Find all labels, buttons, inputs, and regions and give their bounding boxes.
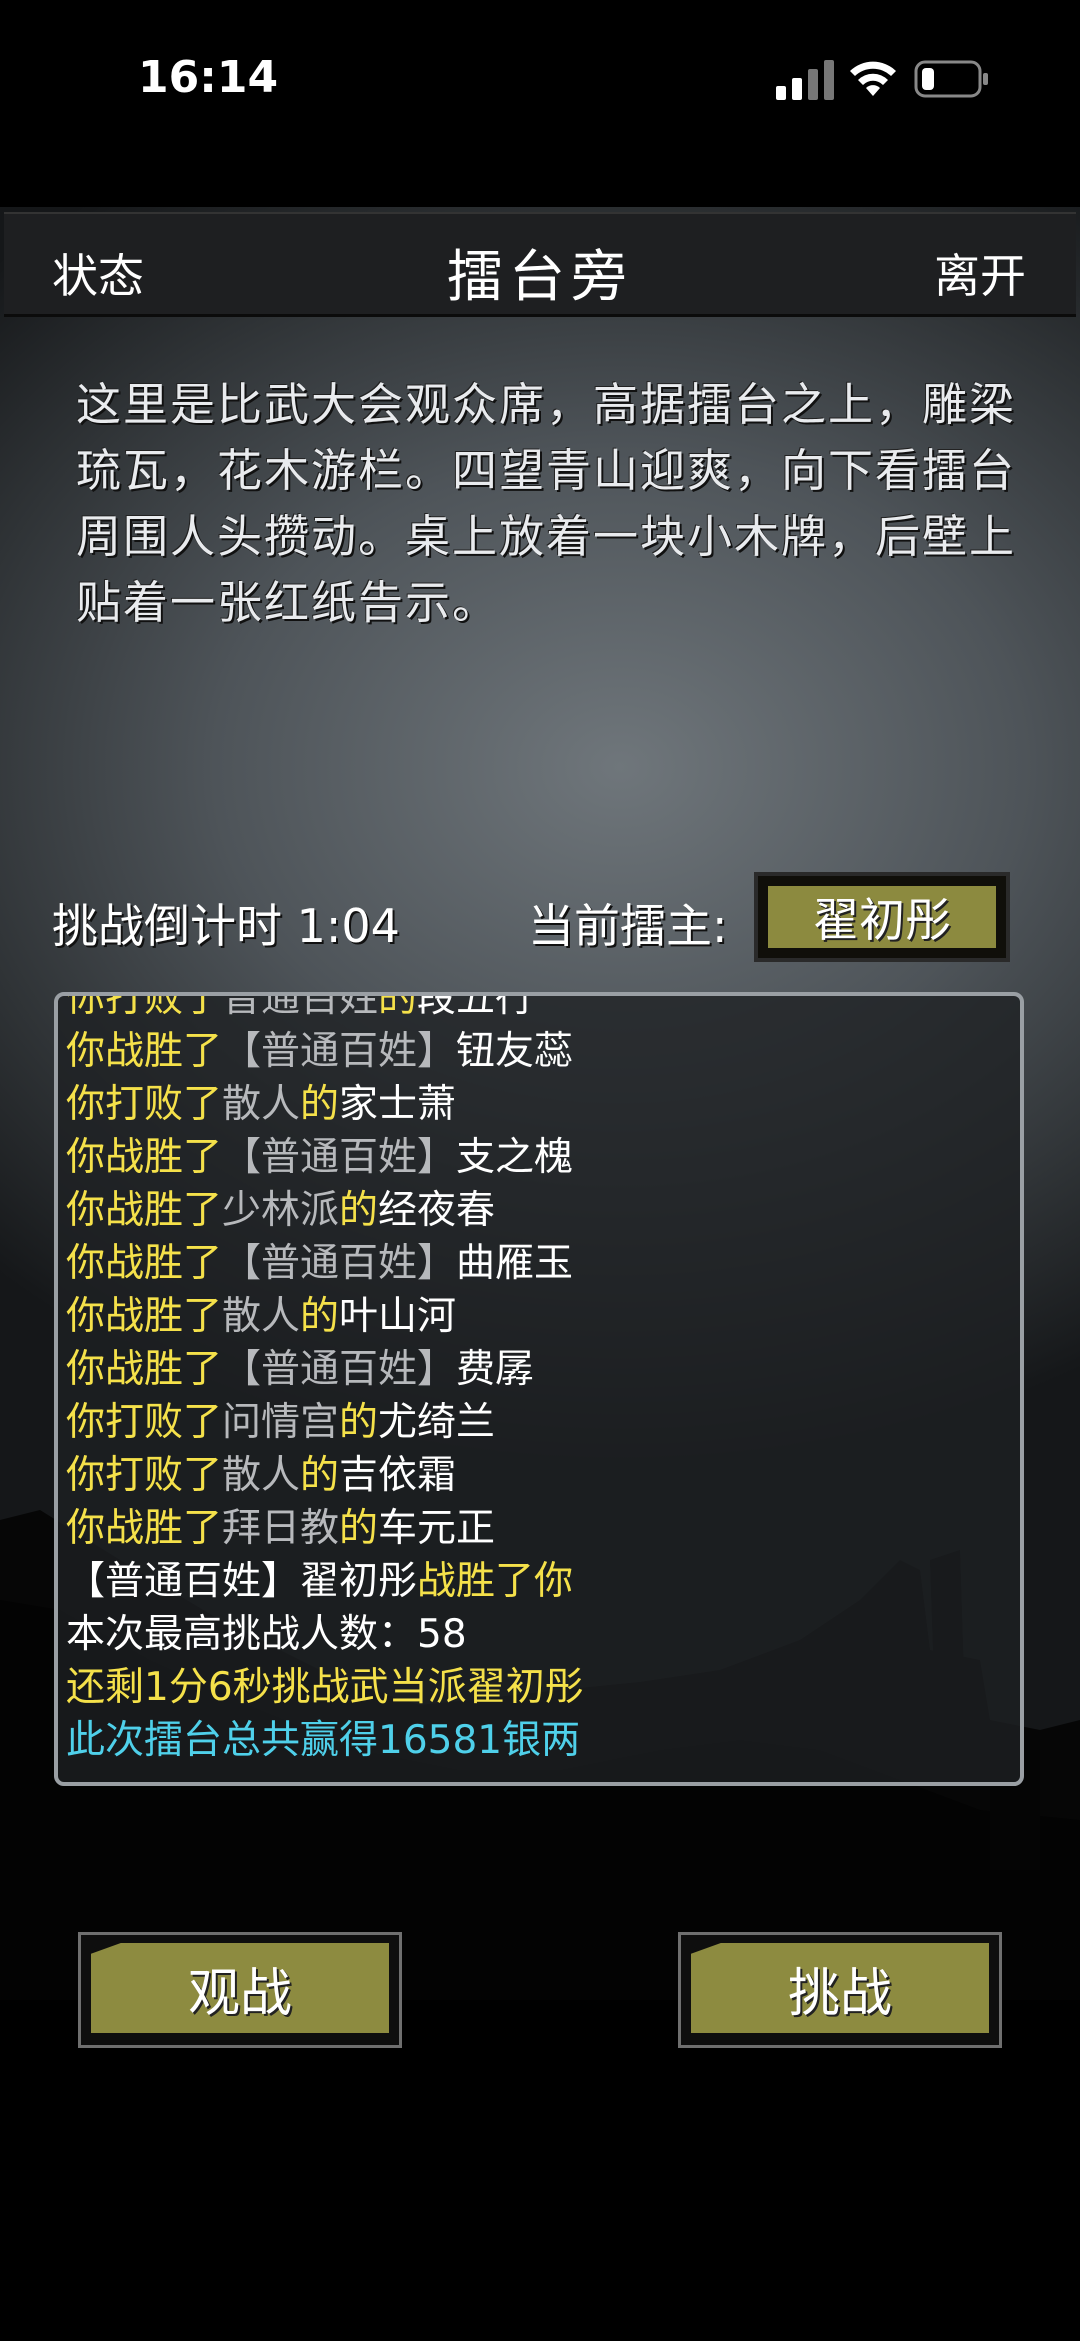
log-line: 你打败了问情宫的尤绮兰 <box>66 1396 1016 1449</box>
log-segment: 你战胜了 <box>66 1294 223 1339</box>
log-line: 你战胜了【普通百姓】曲雁玉 <box>66 1237 1016 1290</box>
battle-log[interactable]: 你打败了普通百姓的段五行 你战胜了【普通百姓】钮友蕊 你打败了散人的家士萧 你战胜了【… <box>54 992 1024 1786</box>
watch-battle-button[interactable]: 观战 <box>78 1932 402 2048</box>
log-segment: 散人 <box>222 1294 301 1339</box>
log-segment: 此次擂台总共赢得16581银两 <box>66 1718 581 1763</box>
log-segment: 普通百姓 <box>222 992 379 1021</box>
current-champion-button[interactable]: 翟初彤 <box>754 872 1010 962</box>
log-segment: 的 <box>339 1400 379 1445</box>
log-segment: 经夜春 <box>378 1188 496 1233</box>
log-segment: 你战胜了 <box>66 1506 223 1551</box>
log-segment: 家士萧 <box>339 1082 457 1127</box>
log-segment: 吉依霜 <box>339 1453 457 1498</box>
log-segment: 【普通百姓】 <box>222 1135 457 1180</box>
log-segment: 少林派 <box>222 1188 340 1233</box>
log-line: 你战胜了散人的叶山河 <box>66 1290 1016 1343</box>
log-segment: 你打败了 <box>66 1082 223 1127</box>
log-line: 你战胜了拜日教的车元正 <box>66 1502 1016 1555</box>
log-segment: 的 <box>378 992 418 1021</box>
log-segment: 的 <box>300 1082 340 1127</box>
log-line: 你战胜了【普通百姓】钮友蕊 <box>66 1025 1016 1078</box>
log-segment: 你战胜了 <box>66 1135 223 1180</box>
battle-log-list: 你打败了普通百姓的段五行 你战胜了【普通百姓】钮友蕊 你打败了散人的家士萧 你战胜了【… <box>66 992 1016 1767</box>
log-segment: 散人 <box>222 1082 301 1127</box>
log-segment: 的 <box>339 1506 379 1551</box>
location-description: 这里是比武大会观众席，高据擂台之上，雕梁琉瓦，花木游栏。四望青山迎爽，向下看擂台… <box>76 378 1017 629</box>
log-segment: 车元正 <box>378 1506 496 1551</box>
log-segment: 段五行 <box>417 992 535 1021</box>
log-line: 本次最高挑战人数：58 <box>66 1608 1016 1661</box>
log-segment: 拜日教 <box>222 1506 340 1551</box>
log-segment: 你战胜了 <box>66 1241 223 1286</box>
log-segment: 你战胜了 <box>66 1347 223 1392</box>
log-segment: 散人 <box>222 1453 301 1498</box>
current-champion-label: 当前擂主: <box>528 899 728 953</box>
log-segment: 问情宫 <box>222 1400 340 1445</box>
leave-button[interactable]: 离开 <box>934 240 1026 306</box>
log-segment: 费孱 <box>456 1347 535 1392</box>
log-segment: 还剩1分6秒挑战武当派翟初彤 <box>66 1665 584 1710</box>
log-segment: 战胜了你 <box>417 1559 574 1604</box>
current-champion-name: 翟初彤 <box>768 886 996 948</box>
log-line: 你打败了散人的家士萧 <box>66 1078 1016 1131</box>
wifi-icon <box>850 61 896 96</box>
challenge-countdown: 挑战倒计时 1:04 <box>52 899 400 953</box>
log-segment: 的 <box>339 1188 379 1233</box>
log-line: 还剩1分6秒挑战武当派翟初彤 <box>66 1661 1016 1714</box>
log-segment: 你打败了 <box>66 992 223 1021</box>
log-segment: 你战胜了 <box>66 1188 223 1233</box>
log-segment: 叶山河 <box>339 1294 457 1339</box>
lower-background <box>0 2000 1080 2341</box>
log-line: 你打败了散人的吉依霜 <box>66 1449 1016 1502</box>
watch-battle-label: 观战 <box>91 1943 389 2033</box>
log-segment: 你打败了 <box>66 1453 223 1498</box>
log-segment: 【普通百姓】 <box>222 1347 457 1392</box>
log-line: 你打败了普通百姓的段五行 <box>66 992 1016 1025</box>
log-segment: 尤绮兰 <box>378 1400 496 1445</box>
log-segment: 钮友蕊 <box>456 1029 574 1074</box>
log-segment: 你战胜了 <box>66 1029 223 1074</box>
log-line: 【普通百姓】翟初彤战胜了你 <box>66 1555 1016 1608</box>
cellular-signal-icon <box>776 60 834 100</box>
log-line: 此次擂台总共赢得16581银两 <box>66 1714 1016 1767</box>
challenge-label: 挑战 <box>691 1943 989 2033</box>
log-segment: 的 <box>300 1453 340 1498</box>
log-line: 你战胜了【普通百姓】支之槐 <box>66 1131 1016 1184</box>
status-bar: 16:14 <box>0 0 1080 160</box>
log-segment: 支之槐 <box>456 1135 574 1180</box>
status-time: 16:14 <box>138 52 279 103</box>
log-segment: 【普通百姓】 <box>222 1029 457 1074</box>
log-segment: 本次最高挑战人数：58 <box>66 1612 467 1657</box>
log-segment: 的 <box>300 1294 340 1339</box>
log-segment: 【普通百姓】 <box>222 1241 457 1286</box>
log-line: 你战胜了少林派的经夜春 <box>66 1184 1016 1237</box>
log-segment: 翟初彤 <box>300 1559 418 1604</box>
log-segment: 【普通百姓】 <box>66 1559 301 1604</box>
log-segment: 你打败了 <box>66 1400 223 1445</box>
location-title: 擂台旁 <box>447 245 633 310</box>
top-nav-bar: 状态 擂台旁 离开 <box>4 212 1076 317</box>
challenge-button[interactable]: 挑战 <box>678 1932 1002 2048</box>
battery-icon <box>914 60 988 98</box>
log-segment: 曲雁玉 <box>456 1241 574 1286</box>
log-line: 你战胜了【普通百姓】费孱 <box>66 1343 1016 1396</box>
